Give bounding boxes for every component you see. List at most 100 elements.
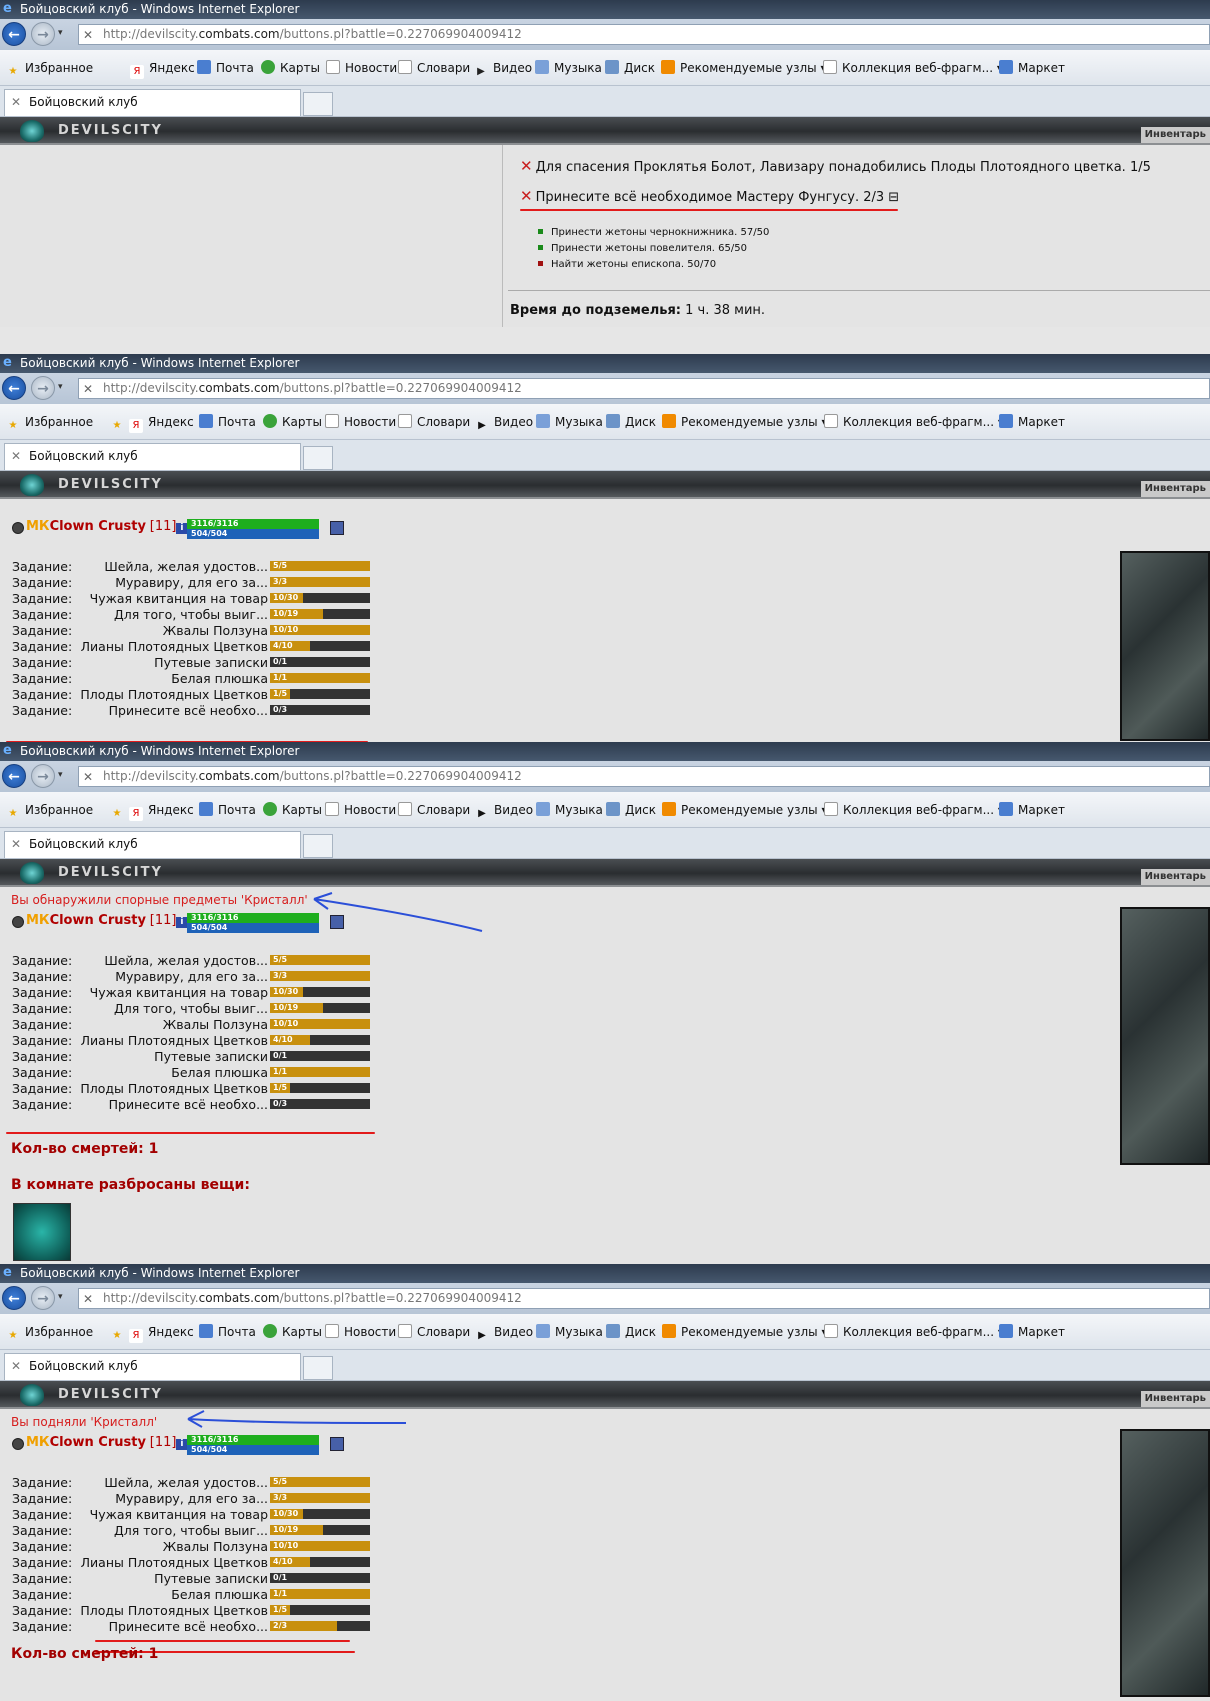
fav-recommended[interactable]: Рекомендуемые узлы ▾ [662, 1324, 827, 1340]
fav-recommended[interactable]: Рекомендуемые узлы ▾ [662, 414, 827, 430]
fav-webslices[interactable]: Коллекция веб-фрагм... ▾ [824, 1324, 1004, 1340]
forward-button[interactable]: → [31, 764, 55, 788]
fav-market[interactable]: Маркет [999, 414, 1065, 430]
info-icon[interactable]: i [176, 917, 188, 928]
task-name[interactable]: Плоды Плотоядных Цветков [79, 1603, 270, 1618]
fav-market[interactable]: Маркет [999, 60, 1065, 76]
character-name[interactable]: Clown Crusty [50, 1435, 146, 1450]
task-name[interactable]: Шейла, желая удостов... [79, 559, 270, 574]
url-input[interactable]: ✕ http://devilscity.combats.com/buttons.p… [78, 766, 1210, 787]
scroll-icon[interactable] [330, 915, 344, 929]
tab-fight-club[interactable]: ✕ Бойцовский клуб [4, 443, 301, 470]
fav-maps[interactable]: Карты [261, 60, 320, 76]
fav-maps[interactable]: Карты [263, 1324, 322, 1340]
fav-market[interactable]: Маркет [999, 802, 1065, 818]
url-input[interactable]: ✕ http://devilscity.combats.com/buttons.p… [78, 378, 1210, 399]
fav-mail[interactable]: Почта [199, 414, 256, 430]
history-dropdown-icon[interactable]: ▾ [58, 1292, 63, 1302]
fav-yandex[interactable]: ★ Я Яндекс [110, 1324, 194, 1343]
fav-recommended[interactable]: Рекомендуемые узлы ▾ [662, 802, 827, 818]
inventory-button[interactable]: Инвентарь [1140, 869, 1210, 885]
fav-disk[interactable]: Диск [606, 1324, 656, 1340]
history-dropdown-icon[interactable]: ▾ [58, 382, 63, 392]
tab-fight-club[interactable]: ✕ Бойцовский клуб [4, 1353, 301, 1380]
scroll-icon[interactable] [330, 1437, 344, 1451]
fav-disk[interactable]: Диск [606, 414, 656, 430]
fav-maps[interactable]: Карты [263, 802, 322, 818]
fav-music[interactable]: Музыка [536, 414, 603, 430]
favorites-button[interactable]: ★ Избранное [6, 1324, 94, 1341]
back-button[interactable]: ← [2, 376, 26, 400]
task-name[interactable]: Лианы Плотоядных Цветков [79, 1033, 270, 1048]
task-name[interactable]: Для того, чтобы выиг... [79, 1523, 270, 1538]
fav-music[interactable]: Музыка [536, 802, 603, 818]
url-input[interactable]: ✕ http://devilscity.combats.com/buttons.p… [78, 24, 1210, 45]
task-name[interactable]: Жвалы Ползуна [79, 623, 270, 638]
task-name[interactable]: Принесите всё необхо... [79, 1097, 270, 1112]
task-name[interactable]: Белая плюшка [79, 671, 270, 686]
favorites-button[interactable]: ★ Избранное [6, 802, 94, 819]
fav-mail[interactable]: Почта [197, 60, 254, 76]
crystal-item[interactable] [13, 1203, 71, 1261]
fav-music[interactable]: Музыка [535, 60, 602, 76]
task-name[interactable]: Плоды Плотоядных Цветков [79, 1081, 270, 1096]
task-name[interactable]: Шейла, желая удостов... [79, 953, 270, 968]
task-name[interactable]: Жвалы Ползуна [79, 1017, 270, 1032]
character-name[interactable]: Clown Crusty [50, 519, 146, 534]
url-input[interactable]: ✕ http://devilscity.combats.com/buttons.p… [78, 1288, 1210, 1309]
task-name[interactable]: Чужая квитанция на товар [79, 985, 270, 1000]
task-name[interactable]: Плоды Плотоядных Цветков [79, 687, 270, 702]
fav-disk[interactable]: Диск [605, 60, 655, 76]
character-name[interactable]: Clown Crusty [50, 913, 146, 928]
back-button[interactable]: ← [2, 22, 26, 46]
fav-disk[interactable]: Диск [606, 802, 656, 818]
task-name[interactable]: Белая плюшка [79, 1587, 270, 1602]
new-tab-button[interactable] [303, 446, 333, 470]
tab-fight-club[interactable]: ✕ Бойцовский клуб [4, 89, 301, 116]
fav-dict[interactable]: Словари [398, 60, 470, 76]
fav-news[interactable]: Новости [326, 60, 397, 76]
history-dropdown-icon[interactable]: ▾ [58, 28, 63, 38]
task-name[interactable]: Чужая квитанция на товар [79, 1507, 270, 1522]
tab-fight-club[interactable]: ✕ Бойцовский клуб [4, 831, 301, 858]
info-icon[interactable]: i [176, 523, 188, 534]
task-name[interactable]: Шейла, желая удостов... [79, 1475, 270, 1490]
new-tab-button[interactable] [303, 1356, 333, 1380]
fav-dict[interactable]: Словари [398, 1324, 470, 1340]
fav-recommended[interactable]: Рекомендуемые узлы ▾ [661, 60, 826, 76]
fav-video[interactable]: ▶ Видео [474, 60, 532, 77]
fav-webslices[interactable]: Коллекция веб-фрагм... ▾ [824, 414, 1004, 430]
back-button[interactable]: ← [2, 1286, 26, 1310]
fav-music[interactable]: Музыка [536, 1324, 603, 1340]
fav-maps[interactable]: Карты [263, 414, 322, 430]
task-name[interactable]: Путевые записки [79, 1571, 270, 1586]
forward-button[interactable]: → [31, 22, 55, 46]
task-name[interactable]: Для того, чтобы выиг... [79, 607, 270, 622]
task-name[interactable]: Муравиру, для его за... [79, 1491, 270, 1506]
scroll-icon[interactable] [330, 521, 344, 535]
task-name[interactable]: Путевые записки [79, 1049, 270, 1064]
fav-news[interactable]: Новости [325, 414, 396, 430]
task-name[interactable]: Муравиру, для его за... [79, 969, 270, 984]
task-name[interactable]: Путевые записки [79, 655, 270, 670]
task-name[interactable]: Муравиру, для его за... [79, 575, 270, 590]
favorites-button[interactable]: ★ Избранное [6, 414, 94, 431]
history-dropdown-icon[interactable]: ▾ [58, 770, 63, 780]
task-name[interactable]: Белая плюшка [79, 1065, 270, 1080]
new-tab-button[interactable] [303, 834, 333, 858]
fav-dict[interactable]: Словари [398, 414, 470, 430]
fav-mail[interactable]: Почта [199, 1324, 256, 1340]
new-tab-button[interactable] [303, 92, 333, 116]
fav-mail[interactable]: Почта [199, 802, 256, 818]
fav-news[interactable]: Новости [325, 802, 396, 818]
info-icon[interactable]: i [176, 1439, 188, 1450]
fav-dict[interactable]: Словари [398, 802, 470, 818]
fav-yandex[interactable]: ★ Я Яндекс [110, 802, 194, 821]
task-name[interactable]: Жвалы Ползуна [79, 1539, 270, 1554]
fav-yandex[interactable]: ★ Я Яндекс [110, 414, 194, 433]
fav-yandex[interactable]: Я Яндекс [130, 60, 195, 79]
fav-news[interactable]: Новости [325, 1324, 396, 1340]
task-name[interactable]: Лианы Плотоядных Цветков [79, 639, 270, 654]
task-name[interactable]: Лианы Плотоядных Цветков [79, 1555, 270, 1570]
favorites-button[interactable]: ★ Избранное [6, 60, 94, 77]
